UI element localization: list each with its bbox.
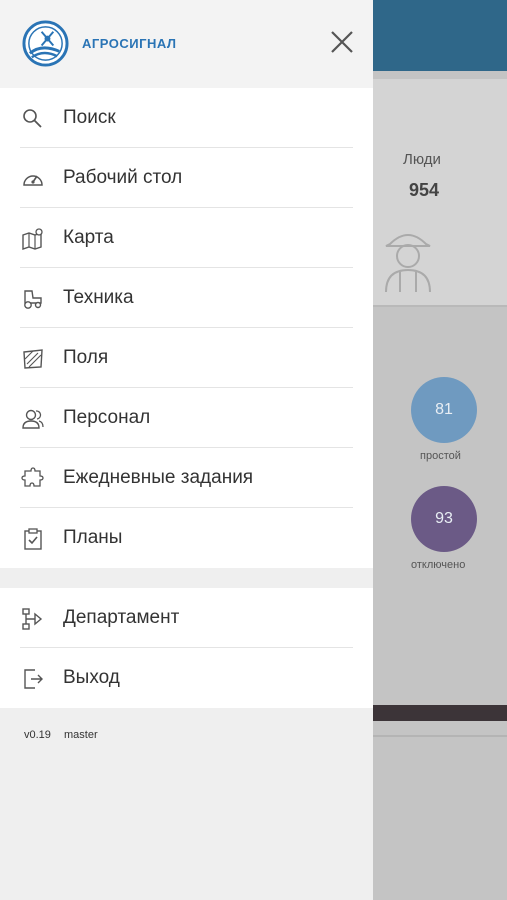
people-label: Люди [403,151,441,168]
clipboard-check-icon [24,528,42,550]
stat-offline-caption: отключено [411,559,466,571]
map-icon [22,228,43,250]
version-branch: master [63,729,98,741]
menu-item-plans[interactable]: Планы [0,508,373,568]
menu-item-label: Ежедневные задания [63,467,254,488]
menu-item-label: Техника [63,287,134,308]
secondary-menu: Департамент Выход [0,588,373,708]
menu-item-machinery[interactable]: Техника [0,268,373,328]
stat-idle-caption: простой [420,450,461,462]
search-icon [23,109,42,128]
version-number: v0.19 [24,729,51,741]
menu-item-map[interactable]: Карта [0,208,373,268]
menu-item-search[interactable]: Поиск [0,88,373,148]
stat-idle-value: 81 [435,401,453,418]
menu-item-fields[interactable]: Поля [0,328,373,388]
main-menu: Поиск Рабочий стол Карта Техника Поля Пе… [0,88,373,568]
agrosignal-logo-icon[interactable] [22,20,69,67]
puzzle-icon [21,467,44,487]
fields-icon [23,349,43,369]
menu-item-label: Департамент [63,607,180,628]
menu-item-label: Поля [63,347,109,368]
menu-item-logout[interactable]: Выход [0,648,373,708]
menu-item-staff[interactable]: Персонал [0,388,373,448]
menu-gap [0,568,373,588]
worker-icon [385,234,431,292]
version-info: v0.19 master [24,729,108,741]
menu-item-label: Персонал [63,407,151,428]
dashboard-icon [23,175,43,186]
menu-item-label: Выход [63,667,120,688]
drawer-header: АГРОСИГНАЛ [0,0,373,88]
menu-item-dashboard[interactable]: Рабочий стол [0,148,373,208]
menu-item-label: Поиск [63,107,116,128]
people-icon [22,409,44,429]
close-icon[interactable] [328,28,356,56]
stat-offline-circle: 93 [411,486,477,552]
menu-item-label: Рабочий стол [63,167,183,188]
tractor-icon [24,290,42,309]
menu-item-daily-tasks[interactable]: Ежедневные задания [0,448,373,508]
stat-offline-value: 93 [435,510,453,527]
department-icon [22,608,43,630]
people-count: 954 [409,180,440,200]
logout-icon [24,669,43,689]
stat-idle-circle: 81 [411,377,477,443]
brand-name: АГРОСИГНАЛ [82,36,177,51]
navigation-drawer: АГРОСИГНАЛ Поиск Рабочий стол Карта Техн… [0,0,373,900]
menu-item-department[interactable]: Департамент [0,588,373,648]
menu-item-label: Планы [63,527,123,548]
menu-item-label: Карта [63,227,114,248]
